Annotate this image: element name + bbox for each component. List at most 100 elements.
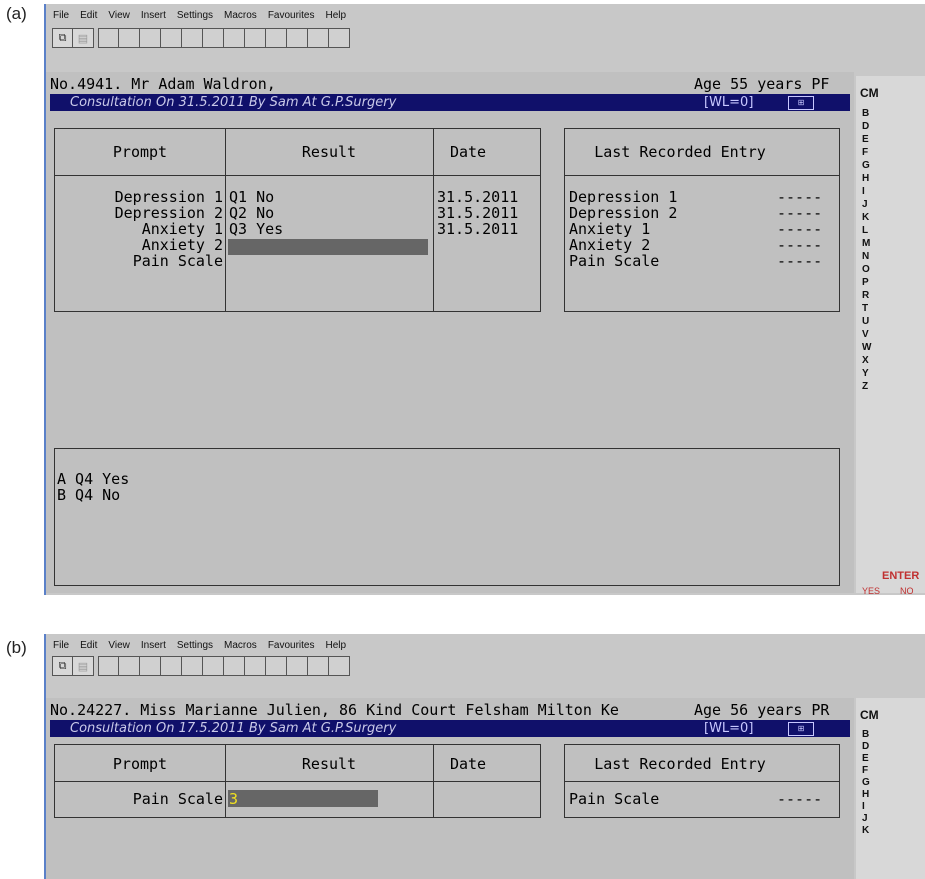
toolbar-button[interactable] xyxy=(287,656,308,676)
menu-insert[interactable]: Insert xyxy=(140,640,167,651)
toolbar-button[interactable] xyxy=(224,656,245,676)
sidebar-letter[interactable]: J xyxy=(862,813,870,825)
toolbar-button[interactable] xyxy=(329,28,350,48)
no-button[interactable]: NO xyxy=(900,586,914,596)
prompt-cell: Pain Scale xyxy=(132,252,223,270)
toolbar-button[interactable] xyxy=(287,28,308,48)
sidebar-letter[interactable]: L xyxy=(862,224,871,237)
toolbar-button[interactable] xyxy=(203,28,224,48)
menu-macros[interactable]: Macros xyxy=(223,640,258,651)
toolbar-button[interactable] xyxy=(329,656,350,676)
sidebar-letter[interactable]: V xyxy=(862,328,871,341)
toolbar-button[interactable] xyxy=(119,28,140,48)
sidebar-letter[interactable]: T xyxy=(862,302,871,315)
sidebar-letter[interactable]: K xyxy=(862,825,870,837)
sidebar-letter[interactable]: E xyxy=(862,753,870,765)
menu-view[interactable]: View xyxy=(107,640,131,651)
last-entry-label: Anxiety 2 xyxy=(569,236,651,254)
menu-edit[interactable]: Edit xyxy=(79,640,98,651)
toolbar-button[interactable] xyxy=(119,656,140,676)
toolbar-button[interactable] xyxy=(182,28,203,48)
sidebar-letter[interactable]: P xyxy=(862,276,871,289)
menu-view[interactable]: View xyxy=(107,10,131,21)
toolbar-button[interactable] xyxy=(161,656,182,676)
menu-help[interactable]: Help xyxy=(325,640,348,651)
sidebar-letter[interactable]: D xyxy=(862,120,871,133)
sidebar-letter[interactable]: B xyxy=(862,729,870,741)
toolbar-button[interactable] xyxy=(161,28,182,48)
toolbar: ⧉ ▤ xyxy=(52,656,350,676)
menu-macros[interactable]: Macros xyxy=(223,10,258,21)
prompt-cell: Depression 2 xyxy=(114,204,223,222)
sidebar-cm[interactable]: CM xyxy=(860,708,879,722)
last-entry-value: ----- xyxy=(777,188,823,206)
sidebar-letter[interactable]: D xyxy=(862,741,870,753)
sidebar-letter[interactable]: K xyxy=(862,211,871,224)
toolbar-button[interactable] xyxy=(308,28,329,48)
toolbar-button[interactable] xyxy=(308,656,329,676)
menu-edit[interactable]: Edit xyxy=(79,10,98,21)
sidebar-letter[interactable]: Z xyxy=(862,380,871,393)
toolbar-button[interactable] xyxy=(140,28,161,48)
toolbar-button[interactable] xyxy=(98,656,119,676)
sidebar-letter[interactable]: Y xyxy=(862,367,871,380)
sidebar-letter[interactable]: H xyxy=(862,172,871,185)
sidebar-letter[interactable]: G xyxy=(862,777,870,789)
toolbar-button[interactable] xyxy=(224,28,245,48)
result-cell[interactable]: Q3 Yes xyxy=(229,221,283,237)
menu-settings[interactable]: Settings xyxy=(176,640,214,651)
sidebar-letter[interactable]: F xyxy=(862,146,871,159)
sidebar-letter[interactable]: M xyxy=(862,237,871,250)
menu-file[interactable]: File xyxy=(52,640,70,651)
menu-file[interactable]: File xyxy=(52,10,70,21)
menu-insert[interactable]: Insert xyxy=(140,10,167,21)
patient-header: No.4941. Mr Adam Waldron, xyxy=(50,75,276,93)
sidebar-letter[interactable]: J xyxy=(862,198,871,211)
result-cell[interactable]: Q2 No xyxy=(229,205,274,221)
copy-icon[interactable]: ⧉ xyxy=(52,656,73,676)
option-a[interactable]: A Q4 Yes xyxy=(57,471,129,487)
menu-favourites[interactable]: Favourites xyxy=(267,10,316,21)
result-input-active[interactable] xyxy=(228,239,428,255)
sidebar-letter[interactable]: E xyxy=(862,133,871,146)
paste-icon[interactable]: ▤ xyxy=(73,28,94,48)
patient-age: Age 56 years PR xyxy=(694,701,830,719)
yes-button[interactable]: YES xyxy=(862,586,880,596)
sidebar-letter[interactable]: W xyxy=(862,341,871,354)
toolbar-button[interactable] xyxy=(182,656,203,676)
date-cell: 31.5.2011 xyxy=(437,204,519,222)
prompt-cell: Depression 1 xyxy=(114,188,223,206)
network-icon[interactable]: ⊞ xyxy=(788,96,814,110)
toolbar-button[interactable] xyxy=(98,28,119,48)
sidebar-letter[interactable]: X xyxy=(862,354,871,367)
menu-favourites[interactable]: Favourites xyxy=(267,640,316,651)
result-input-active[interactable] xyxy=(228,790,378,807)
network-icon[interactable]: ⊞ xyxy=(788,722,814,736)
sidebar-letter[interactable]: R xyxy=(862,289,871,302)
menu-settings[interactable]: Settings xyxy=(176,10,214,21)
toolbar-button[interactable] xyxy=(245,656,266,676)
toolbar-button[interactable] xyxy=(245,28,266,48)
toolbar-button[interactable] xyxy=(203,656,224,676)
paste-icon[interactable]: ▤ xyxy=(73,656,94,676)
sidebar-letter[interactable]: F xyxy=(862,765,870,777)
sidebar-letter[interactable]: I xyxy=(862,185,871,198)
sidebar-cm[interactable]: CM xyxy=(860,86,879,100)
enter-button[interactable]: ENTER xyxy=(882,570,919,582)
result-cell[interactable]: Q1 No xyxy=(229,189,274,205)
sidebar-letter[interactable]: U xyxy=(862,315,871,328)
sidebar-letter[interactable]: G xyxy=(862,159,871,172)
sidebar-letter[interactable]: N xyxy=(862,250,871,263)
copy-icon[interactable]: ⧉ xyxy=(52,28,73,48)
toolbar-button[interactable] xyxy=(266,28,287,48)
toolbar-button[interactable] xyxy=(140,656,161,676)
sidebar-letter[interactable]: B xyxy=(862,107,871,120)
result-cell[interactable]: 3 xyxy=(229,791,238,807)
option-b[interactable]: B Q4 No xyxy=(57,487,120,503)
toolbar-button[interactable] xyxy=(266,656,287,676)
last-entry-table: Last Recorded Entry Pain Scale ----- xyxy=(564,744,840,818)
menu-help[interactable]: Help xyxy=(325,10,348,21)
sidebar-letter[interactable]: O xyxy=(862,263,871,276)
sidebar-letter[interactable]: H xyxy=(862,789,870,801)
sidebar-letter[interactable]: I xyxy=(862,801,870,813)
